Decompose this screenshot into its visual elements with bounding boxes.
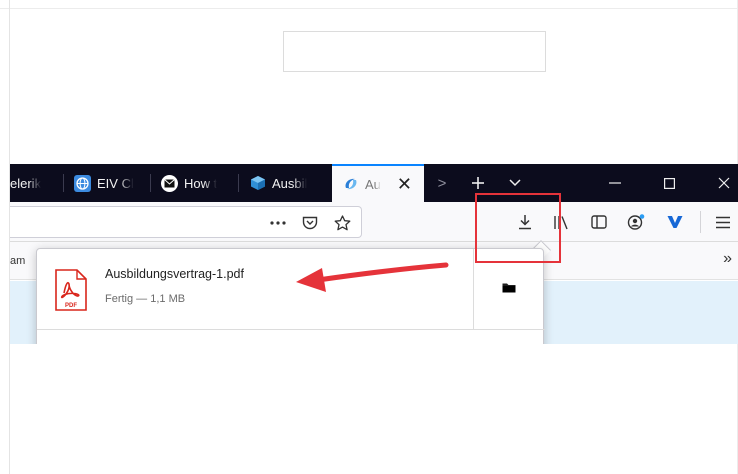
tab-label: How t (184, 175, 218, 191)
bookmark-star-icon[interactable] (332, 213, 352, 233)
page-search-box[interactable] (283, 31, 546, 72)
extension-v-icon[interactable] (662, 209, 688, 235)
tab-eiv[interactable]: EIV Cl (64, 164, 150, 202)
url-bar[interactable] (10, 206, 362, 238)
screenshot-stage: elerik EIV Cl How t Ausbil Au ✕ > am » P… (0, 0, 738, 474)
minimize-icon[interactable] (600, 164, 630, 202)
maximize-icon[interactable] (654, 164, 684, 202)
page-actions-icon[interactable] (268, 213, 288, 233)
pdf-file-icon: PDF (54, 269, 88, 311)
bookmarks-overflow-icon[interactable]: » (723, 250, 732, 268)
tab-label: Au (365, 176, 381, 192)
navigation-toolbar (10, 202, 738, 242)
tab-active-au[interactable]: Au ✕ (332, 164, 424, 202)
annotation-highlight-box (475, 193, 561, 263)
tab-label: elerik (10, 175, 42, 191)
swirl-icon (342, 176, 359, 193)
tab-label: EIV Cl (97, 175, 134, 191)
page-border-top (0, 8, 738, 9)
close-tab-icon[interactable]: ✕ (397, 175, 412, 193)
tab-label: Ausbil (272, 175, 308, 191)
mail-circle-icon (161, 174, 178, 192)
toolbar-separator (700, 211, 701, 233)
downloads-panel: PDF Ausbildungsvertrag-1.pdf Fertig — 1,… (36, 248, 545, 344)
pocket-icon[interactable] (300, 213, 320, 233)
tab-telerik[interactable]: elerik (10, 164, 62, 202)
menu-icon[interactable] (708, 209, 738, 235)
eiv-globe-icon (74, 174, 91, 192)
close-icon[interactable] (710, 164, 738, 202)
tab-ausbildung[interactable]: Ausbil (239, 164, 329, 202)
cube-icon (249, 175, 266, 192)
tab-strip: elerik EIV Cl How t Ausbil Au ✕ > (10, 164, 738, 202)
tab-how[interactable]: How t (151, 164, 238, 202)
folder-icon (502, 280, 516, 298)
download-status: Fertig — 1,1 MB (105, 293, 186, 305)
account-icon[interactable] (623, 209, 649, 235)
sidebar-icon[interactable] (586, 209, 612, 235)
bookmark-fragment[interactable]: am (10, 255, 25, 267)
panel-separator (37, 329, 545, 330)
browser-window: elerik EIV Cl How t Ausbil Au ✕ > am » P… (10, 164, 738, 344)
scroll-tabs-right-icon[interactable]: > (430, 164, 454, 202)
download-filename: Ausbildungsvertrag-1.pdf (105, 267, 244, 281)
pdf-badge-text: PDF (65, 303, 77, 309)
download-item[interactable]: PDF Ausbildungsvertrag-1.pdf Fertig — 1,… (37, 249, 473, 329)
